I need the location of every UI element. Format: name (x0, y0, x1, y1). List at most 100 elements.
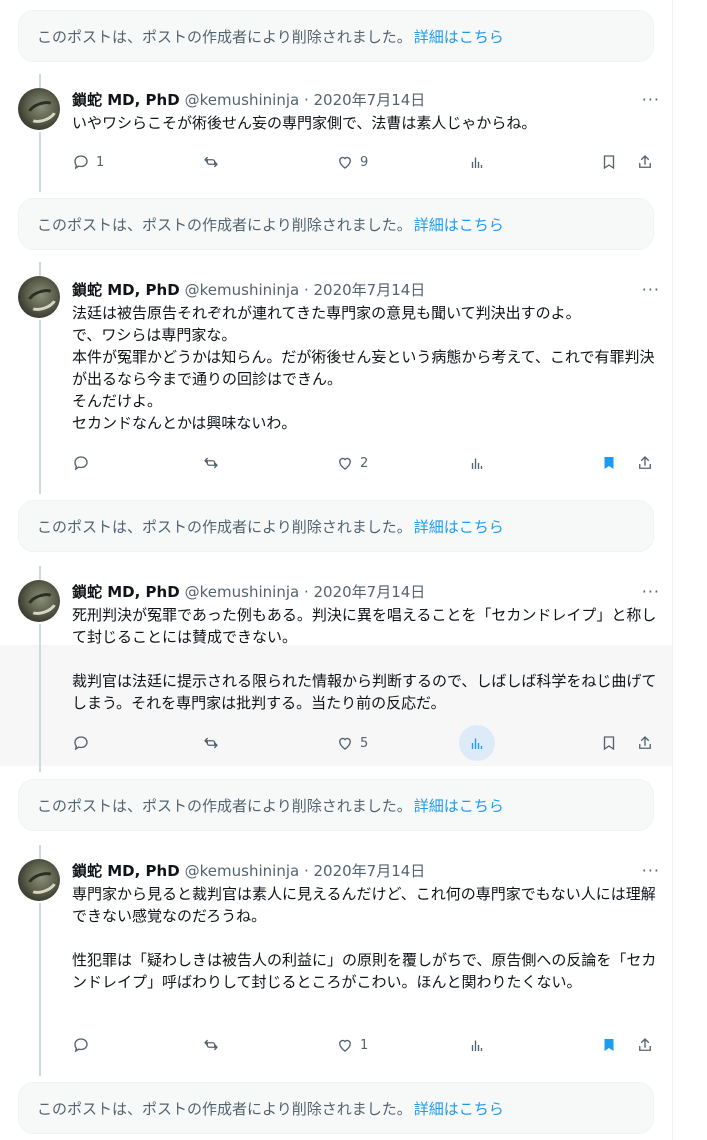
post-actions: 1 (72, 1030, 660, 1060)
repost-button[interactable] (202, 728, 220, 758)
repost-button[interactable] (202, 448, 220, 478)
author-handle-date[interactable]: @kemushininja · 2020年7月14日 (185, 280, 426, 300)
more-options-icon[interactable]: ··· (642, 582, 660, 601)
more-options-icon[interactable]: ··· (642, 861, 660, 880)
thread-connector (39, 845, 41, 859)
bookmark-button[interactable] (600, 147, 618, 177)
thread-connector (39, 320, 41, 494)
more-options-icon[interactable]: ··· (642, 280, 660, 299)
reply-button[interactable] (72, 728, 96, 758)
bookmark-icon (603, 155, 615, 170)
post-text: 死刑判決が冤罪であった例もある。判決に異を唱えることを「セカンドレイプ」と称して… (72, 606, 657, 712)
deleted-notice-text: このポストは、ポストの作成者により削除されました。 (37, 1099, 412, 1118)
author-name[interactable]: 鎖蛇 MD, PhD (72, 90, 180, 110)
post-actions: 2 (72, 448, 660, 478)
deleted-post-notice: このポストは、ポストの作成者により削除されました。 詳細はこちら (18, 779, 654, 831)
post-header: 鎖蛇 MD, PhD @kemushininja · 2020年7月14日 (72, 582, 660, 602)
author-avatar[interactable] (18, 276, 60, 318)
learn-more-link[interactable]: 詳細はこちら (414, 516, 504, 537)
learn-more-link[interactable]: 詳細はこちら (414, 214, 504, 235)
views-button[interactable] (468, 147, 486, 177)
bookmark-button[interactable] (600, 728, 618, 758)
post-text: 専門家から見ると裁判官は素人に見えるんだけど、これ何の専門家でもない人には理解で… (72, 885, 657, 991)
author-name[interactable]: 鎖蛇 MD, PhD (72, 280, 180, 300)
more-options-icon[interactable]: ··· (642, 90, 660, 109)
post[interactable]: 鎖蛇 MD, PhD @kemushininja · 2020年7月14日 ··… (72, 280, 660, 434)
deleted-post-notice: このポストは、ポストの作成者により削除されました。 詳細はこちら (18, 10, 654, 62)
reply-button[interactable] (72, 448, 96, 478)
bookmark-button[interactable] (600, 1030, 618, 1060)
bookmark-button[interactable] (600, 448, 618, 478)
reply-button[interactable] (72, 1030, 96, 1060)
bookmark-filled-icon (604, 457, 614, 469)
repost-button[interactable] (202, 147, 220, 177)
like-button[interactable]: 9 (336, 147, 368, 177)
share-button[interactable] (636, 147, 654, 177)
deleted-post-notice: このポストは、ポストの作成者により削除されました。 詳細はこちら (18, 198, 654, 250)
deleted-notice-text: このポストは、ポストの作成者により削除されました。 (37, 517, 412, 536)
post-header: 鎖蛇 MD, PhD @kemushininja · 2020年7月14日 (72, 861, 660, 881)
post-header: 鎖蛇 MD, PhD @kemushininja · 2020年7月14日 (72, 90, 660, 110)
heart-icon (339, 156, 351, 169)
reply-icon (74, 736, 88, 751)
post[interactable]: 鎖蛇 MD, PhD @kemushininja · 2020年7月14日 ··… (72, 861, 660, 993)
author-handle-date[interactable]: @kemushininja · 2020年7月14日 (185, 90, 426, 110)
like-count: 9 (360, 154, 369, 170)
author-name[interactable]: 鎖蛇 MD, PhD (72, 582, 180, 602)
thread-connector (39, 566, 41, 580)
post[interactable]: 鎖蛇 MD, PhD @kemushininja · 2020年7月14日 ··… (72, 582, 660, 714)
share-icon (639, 456, 651, 469)
bookmark-filled-icon (604, 1039, 614, 1051)
repost-button[interactable] (202, 1030, 220, 1060)
heart-icon (339, 457, 351, 470)
deleted-notice-text: このポストは、ポストの作成者により削除されました。 (37, 27, 412, 46)
like-button[interactable]: 2 (336, 448, 368, 478)
reply-icon (74, 155, 88, 170)
repost-icon (204, 156, 218, 168)
author-avatar[interactable] (18, 859, 60, 901)
thread-connector (39, 74, 41, 88)
share-button[interactable] (636, 1030, 654, 1060)
post-text: いやワシらこそが術後せん妄の専門家側で、法曹は素人じゃからね。 (72, 114, 537, 132)
thread-connector (39, 132, 41, 192)
author-name[interactable]: 鎖蛇 MD, PhD (72, 861, 180, 881)
thread-connector (39, 262, 41, 276)
post-text: 法廷は被告原告それぞれが連れてきた専門家の意見も聞いて判決出すのよ。 で、ワシら… (72, 304, 655, 432)
views-button[interactable] (468, 448, 486, 478)
post-header: 鎖蛇 MD, PhD @kemushininja · 2020年7月14日 (72, 280, 660, 300)
deleted-notice-text: このポストは、ポストの作成者により削除されました。 (37, 215, 412, 234)
learn-more-link[interactable]: 詳細はこちら (414, 1098, 504, 1119)
repost-icon (204, 1039, 218, 1051)
author-avatar[interactable] (18, 580, 60, 622)
column-divider (672, 0, 673, 1140)
share-icon (639, 736, 651, 749)
like-count: 2 (360, 455, 369, 471)
heart-icon (339, 1039, 351, 1052)
analytics-icon (471, 157, 483, 168)
author-handle-date[interactable]: @kemushininja · 2020年7月14日 (185, 582, 426, 602)
views-button[interactable] (459, 725, 495, 761)
bookmark-icon (603, 736, 615, 751)
analytics-icon (471, 1040, 483, 1051)
like-button[interactable]: 1 (336, 1030, 368, 1060)
reply-button[interactable]: 1 (72, 147, 104, 177)
author-handle-date[interactable]: @kemushininja · 2020年7月14日 (185, 861, 426, 881)
post[interactable]: 鎖蛇 MD, PhD @kemushininja · 2020年7月14日 ··… (72, 90, 660, 134)
post-actions: 5 (72, 725, 660, 761)
deleted-post-notice: このポストは、ポストの作成者により削除されました。 詳細はこちら (18, 1082, 654, 1134)
author-avatar[interactable] (18, 88, 60, 130)
post-actions: 1 9 (72, 147, 660, 177)
repost-icon (204, 457, 218, 469)
share-button[interactable] (636, 448, 654, 478)
learn-more-link[interactable]: 詳細はこちら (414, 26, 504, 47)
deleted-post-notice: このポストは、ポストの作成者により削除されました。 詳細はこちら (18, 500, 654, 552)
analytics-icon (471, 738, 483, 749)
like-button[interactable]: 5 (336, 728, 368, 758)
deleted-notice-text: このポストは、ポストの作成者により削除されました。 (37, 796, 412, 815)
reply-icon (74, 456, 88, 471)
learn-more-link[interactable]: 詳細はこちら (414, 795, 504, 816)
share-button[interactable] (636, 728, 654, 758)
analytics-icon (471, 458, 483, 469)
reply-icon (74, 1038, 88, 1053)
views-button[interactable] (468, 1030, 486, 1060)
